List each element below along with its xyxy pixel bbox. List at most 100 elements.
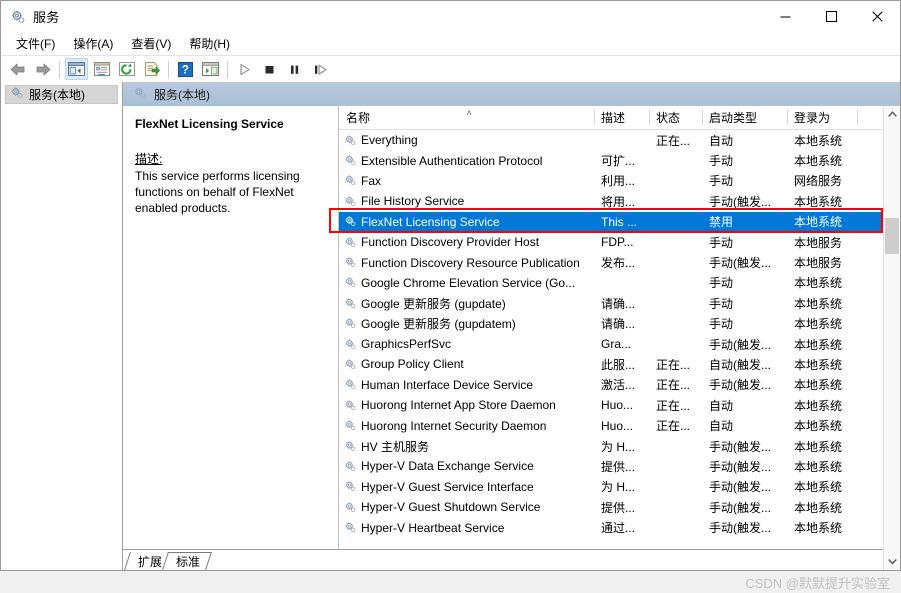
stop-service-button[interactable] (258, 58, 281, 80)
window-title: 服务 (33, 7, 59, 26)
scroll-up-arrow-icon[interactable] (884, 106, 900, 123)
description-text: This service performs licensing function… (135, 168, 328, 216)
cell-log-on-as: 本地服务 (787, 234, 857, 251)
cell-description: 发布... (594, 254, 649, 271)
cell-startup-type: 手动 (702, 172, 787, 189)
list-body[interactable]: Everything正在...自动本地系统Extensible Authenti… (339, 130, 900, 570)
help-button[interactable]: ? (174, 58, 197, 80)
console-tree-pane: 服务(本地) (1, 82, 123, 570)
cell-service-name: Hyper-V Guest Shutdown Service (339, 500, 594, 514)
tree-item-services-local[interactable]: 服务(本地) (5, 85, 118, 104)
back-arrow-icon (9, 62, 27, 77)
table-row[interactable]: Hyper-V Guest Service Interface为 H...手动(… (339, 477, 900, 497)
table-row[interactable]: Function Discovery Resource Publication发… (339, 252, 900, 272)
cell-startup-type: 手动(触发... (702, 458, 787, 475)
table-row[interactable]: Google 更新服务 (gupdate)请确...手动本地系统 (339, 293, 900, 313)
table-row[interactable]: Google 更新服务 (gupdatem)请确...手动本地系统 (339, 314, 900, 334)
menu-help[interactable]: 帮助(H) (180, 32, 239, 55)
cell-description: 提供... (594, 499, 649, 516)
services-gear-icon (10, 86, 24, 103)
show-action-pane-button[interactable] (199, 58, 222, 80)
cell-startup-type: 手动(触发... (702, 519, 787, 536)
close-button[interactable] (854, 1, 900, 32)
results-pane-banner: 服务(本地) (123, 82, 900, 106)
back-button[interactable] (6, 58, 29, 80)
show-hide-console-tree-button[interactable] (65, 58, 88, 80)
cell-startup-type: 自动 (702, 132, 787, 149)
properties-button[interactable] (90, 58, 113, 80)
service-name-label: Human Interface Device Service (361, 378, 533, 392)
window-controls (762, 1, 900, 32)
export-list-button[interactable] (140, 58, 163, 80)
table-row[interactable]: Extensible Authentication Protocol可扩...手… (339, 150, 900, 170)
scroll-down-arrow-icon[interactable] (884, 553, 900, 570)
table-row[interactable]: Everything正在...自动本地系统 (339, 130, 900, 150)
tree-item-label: 服务(本地) (29, 86, 85, 103)
maximize-button[interactable] (808, 1, 854, 32)
table-row[interactable]: Group Policy Client此服...正在...自动(触发...本地系… (339, 354, 900, 374)
service-name-label: HV 主机服务 (361, 438, 429, 455)
column-header-name[interactable]: 名称 ˄ (339, 106, 594, 129)
tab-standard[interactable]: 标准 (165, 552, 209, 570)
table-row[interactable]: Hyper-V Data Exchange Service 提供... 手动(触发.… (339, 456, 900, 476)
table-row[interactable]: Human Interface Device Service 激活...正在...… (339, 375, 900, 395)
restart-service-button[interactable] (308, 58, 331, 80)
service-name-label: Everything (361, 133, 418, 147)
forward-button[interactable] (31, 58, 54, 80)
table-row[interactable]: HV 主机服务为 H...手动(触发...本地系统 (339, 436, 900, 456)
table-row[interactable]: FlexNet Licensing ServiceThis ...禁用本地系统 (339, 212, 900, 232)
table-row[interactable]: Google Chrome Elevation Service (Go...手动… (339, 273, 900, 293)
cell-log-on-as: 本地系统 (787, 132, 857, 149)
table-row[interactable]: Huorong Internet Security DaemonHuo...正在… (339, 415, 900, 435)
cell-service-name: Extensible Authentication Protocol (339, 154, 594, 168)
cell-description: 激活... (594, 376, 649, 393)
menu-action[interactable]: 操作(A) (64, 32, 122, 55)
refresh-icon (119, 62, 135, 77)
table-row[interactable]: Function Discovery Provider HostFDP...手动… (339, 232, 900, 252)
column-header-log-on-as[interactable]: 登录为 (787, 106, 857, 129)
minimize-button[interactable] (762, 1, 808, 32)
table-row[interactable]: Fax利用...手动网络服务 (339, 171, 900, 191)
table-row[interactable]: Huorong Internet App Store DaemonHuo...正… (339, 395, 900, 415)
main-content: 服务(本地) (1, 82, 900, 570)
scrollbar-thumb[interactable] (885, 218, 899, 254)
cell-service-name: HV 主机服务 (339, 438, 594, 455)
pause-service-button[interactable] (283, 58, 306, 80)
table-row[interactable]: GraphicsPerfSvcGra...手动(触发...本地系统 (339, 334, 900, 354)
selected-service-title: FlexNet Licensing Service (135, 116, 328, 132)
column-header-startup-type[interactable]: 启动类型 (702, 106, 787, 129)
cell-service-name: FlexNet Licensing Service (339, 215, 594, 229)
cell-service-name: File History Service (339, 194, 594, 208)
cell-log-on-as: 本地系统 (787, 519, 857, 536)
column-header-status[interactable]: 状态 (649, 106, 702, 129)
service-details-panel: FlexNet Licensing Service 描述: This servi… (123, 106, 338, 570)
cell-status: 正在... (649, 397, 702, 414)
column-header-description[interactable]: 描述 (594, 106, 649, 129)
cell-description: Gra... (594, 337, 649, 351)
menu-view[interactable]: 查看(V) (122, 32, 180, 55)
table-row[interactable]: File History Service将用...手动(触发...本地系统 (339, 191, 900, 211)
cell-service-name: Huorong Internet App Store Daemon (339, 398, 594, 412)
cell-description: 提供... (594, 458, 649, 475)
vertical-scrollbar[interactable] (883, 106, 900, 570)
start-service-button[interactable] (233, 58, 256, 80)
cell-description: Huo... (594, 419, 649, 433)
cell-startup-type: 禁用 (702, 213, 787, 230)
tab-standard-label: 标准 (176, 553, 200, 570)
cell-status: 正在... (649, 376, 702, 393)
table-row[interactable]: Hyper-V Heartbeat Service通过...手动(触发...本地… (339, 517, 900, 537)
menu-file[interactable]: 文件(F) (7, 32, 64, 55)
csdn-watermark: CSDN @默默提升实验室 (745, 573, 890, 592)
cell-startup-type: 手动(触发... (702, 336, 787, 353)
table-row[interactable]: Hyper-V Guest Shutdown Service提供... 手动(触发… (339, 497, 900, 517)
cell-log-on-as: 本地系统 (787, 499, 857, 516)
cell-log-on-as: 本地系统 (787, 356, 857, 373)
service-name-label: File History Service (361, 194, 464, 208)
service-name-label: Hyper-V Data Exchange Service (361, 459, 534, 473)
cell-startup-type: 自动 (702, 417, 787, 434)
cell-startup-type: 手动(触发... (702, 499, 787, 516)
service-name-label: Google 更新服务 (gupdatem) (361, 315, 516, 332)
pause-service-icon (287, 62, 302, 77)
cell-description: 请确... (594, 315, 649, 332)
refresh-button[interactable] (115, 58, 138, 80)
